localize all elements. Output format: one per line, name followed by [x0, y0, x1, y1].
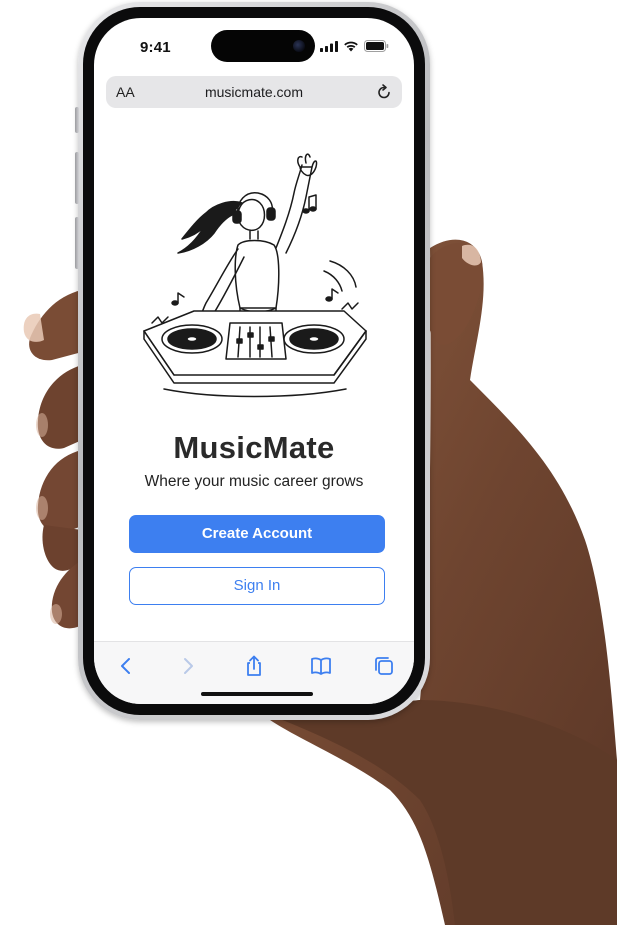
phone-bezel: 9:41 AA musicmate.com MusicMate Where yo…: [83, 7, 425, 715]
dynamic-island: [211, 30, 315, 62]
volume-up-button: [75, 152, 79, 204]
app-title: MusicMate: [173, 430, 335, 465]
status-time: 9:41: [140, 39, 171, 56]
address-bar[interactable]: AA musicmate.com: [106, 76, 402, 108]
bookmarks-icon[interactable]: [309, 654, 333, 678]
create-account-button[interactable]: Create Account: [129, 515, 385, 553]
cellular-signal-icon: [320, 40, 338, 52]
volume-down-button: [75, 217, 79, 269]
phone-frame: 9:41 AA musicmate.com MusicMate Where yo…: [75, 2, 430, 720]
home-indicator: [201, 692, 313, 696]
front-camera: [293, 40, 305, 52]
photo-stage: 9:41 AA musicmate.com MusicMate Where yo…: [0, 0, 617, 925]
wifi-icon: [344, 41, 358, 52]
app-tagline: Where your music career grows: [144, 473, 364, 490]
chevron-right-icon[interactable]: [176, 654, 200, 678]
tabs-icon[interactable]: [372, 654, 396, 678]
share-icon[interactable]: [242, 654, 266, 678]
silent-switch: [75, 107, 79, 133]
reload-icon[interactable]: [375, 83, 393, 101]
sign-in-button[interactable]: Sign In: [129, 567, 385, 605]
browser-toolbar: [94, 641, 414, 704]
chevron-left-icon[interactable]: [114, 654, 138, 678]
url-text[interactable]: musicmate.com: [106, 84, 402, 100]
dj-girl-illustration: [143, 153, 367, 398]
status-icons: [320, 40, 389, 52]
battery-icon: [364, 40, 389, 52]
phone-screen: 9:41 AA musicmate.com MusicMate Where yo…: [94, 18, 414, 704]
